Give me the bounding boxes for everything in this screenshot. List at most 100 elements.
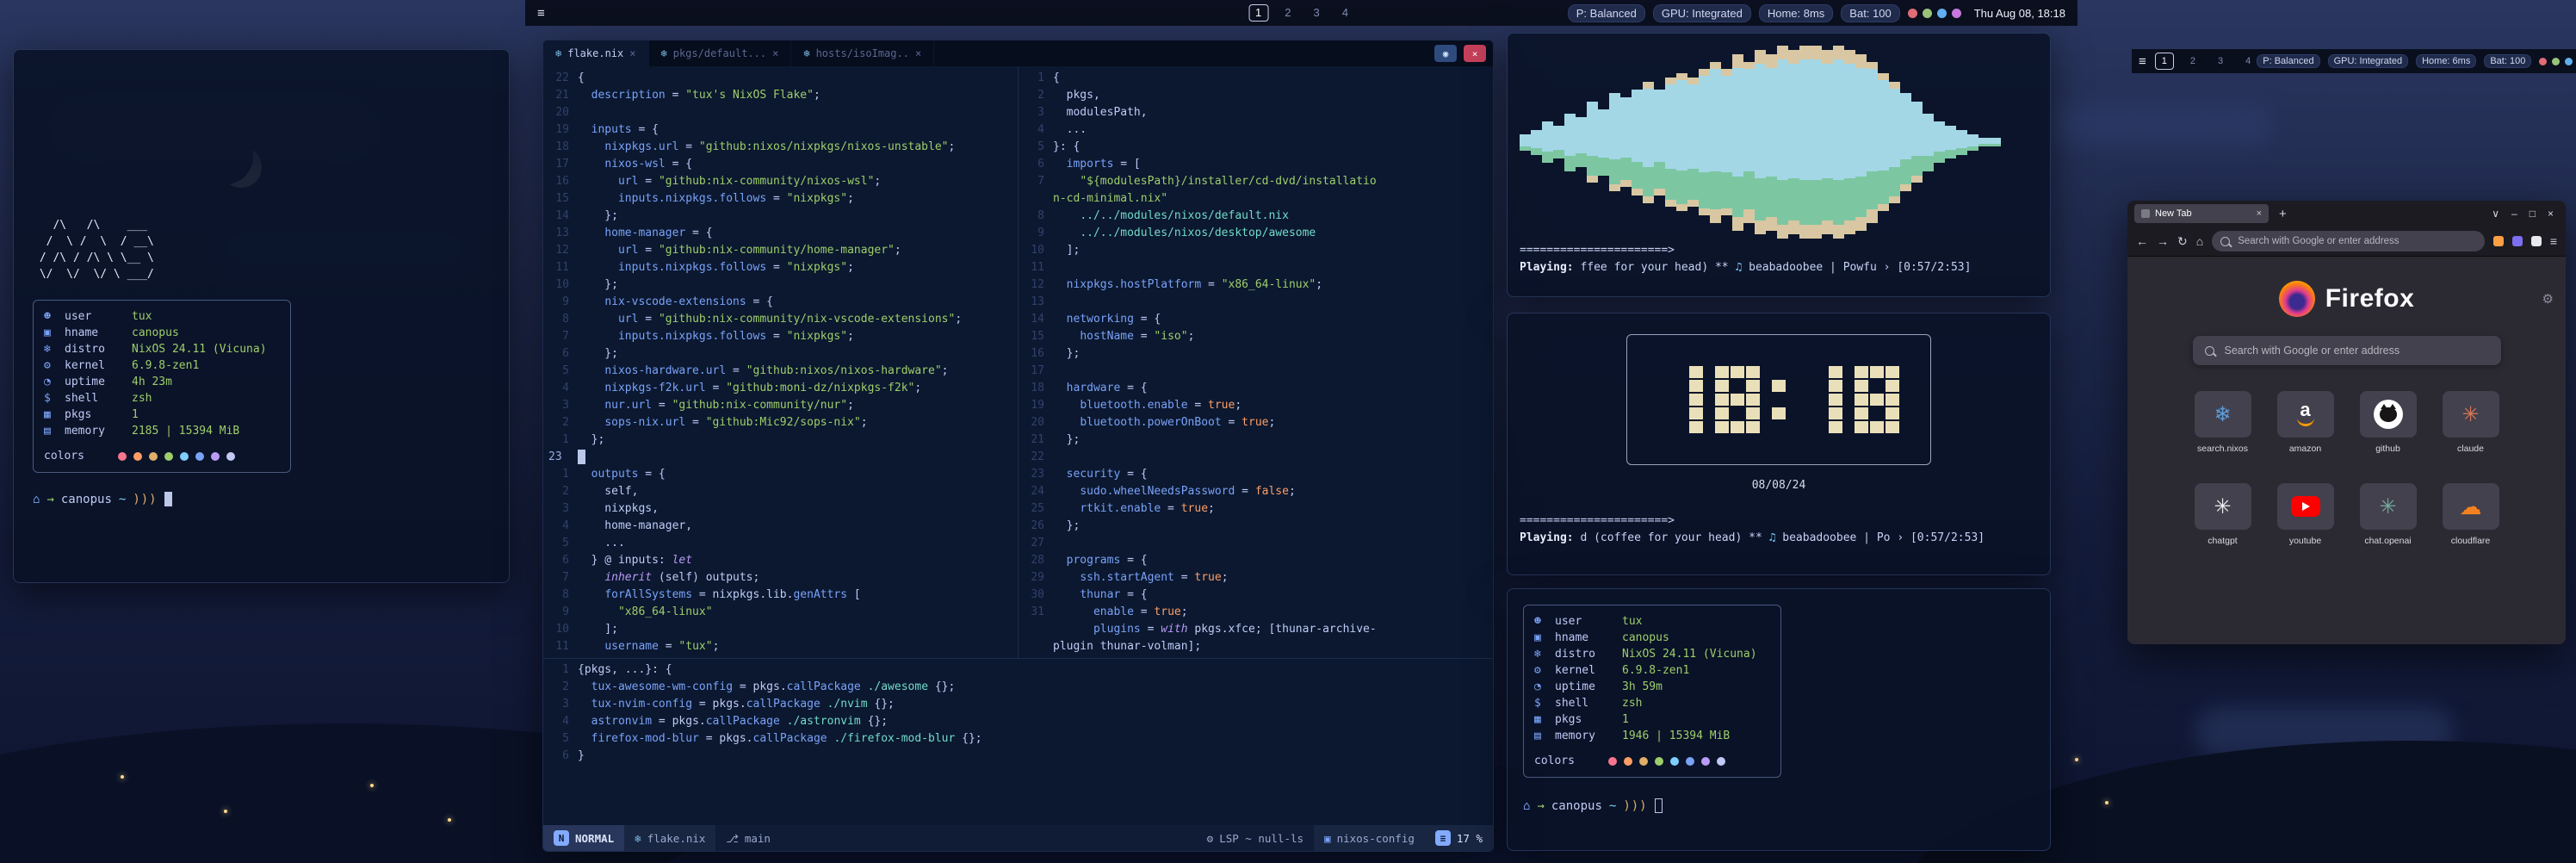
song-title: ffee for your head) ** [1574, 261, 1736, 274]
workspace-tag-3[interactable]: 3 [1308, 5, 1326, 21]
code-text: enable = true; [1053, 604, 1188, 621]
claude-icon: ✳ [2461, 402, 2479, 427]
shortcut-tile-youtube[interactable]: youtube [2273, 483, 2338, 546]
fetch-label: hname [65, 325, 132, 341]
workspace-tag-2[interactable]: 2 [2184, 53, 2201, 69]
editor-pane-flake-nix[interactable]: 22{21 description = "tux's NixOS Flake";… [543, 66, 1018, 658]
personalize-gear-icon[interactable]: ⚙ [2542, 291, 2554, 307]
terminal-fastfetch-left[interactable]: /\ /\ ___ / \ / \ / __\ / /\ / /\ \ \__ … [13, 49, 510, 583]
tray-icon[interactable] [2552, 58, 2560, 65]
preview-toggle-button[interactable]: ◉ [1434, 45, 1457, 62]
editor-tab-flake-nix[interactable]: ❄flake.nix× [543, 40, 649, 66]
code-line: 11 username = "tux"; [543, 638, 1018, 655]
line-number: 16 [1019, 345, 1053, 363]
editor-pane-iso-image[interactable]: 1{2 pkgs,3 modulesPath,4 ...5}: {6 impor… [1018, 66, 1492, 658]
editor-tab-hosts-isoimag-[interactable]: ❄hosts/isoImag..× [791, 40, 934, 66]
extension-icon[interactable] [2512, 236, 2523, 246]
viz-bar [1799, 46, 1811, 239]
code-line: 9 "x86_64-linux" [543, 604, 1018, 621]
editor-pane-pkgs-default[interactable]: 1{pkgs, ...}: {2 tux-awesome-wm-config =… [543, 659, 1493, 825]
editor-tabs: ❄flake.nix×❄pkgs/default...×❄hosts/isoIm… [543, 40, 934, 66]
minimize-button[interactable]: – [2511, 208, 2517, 220]
code-text: home-manager = { [578, 225, 713, 242]
tray-icon[interactable] [1937, 9, 1947, 18]
tile-label: chat.openai [2364, 536, 2411, 546]
extension-icon[interactable] [2531, 236, 2542, 246]
code-text: url = "github:nix-community/home-manager… [578, 242, 901, 259]
url-input[interactable] [2236, 235, 2476, 247]
shell-prompt[interactable]: ⌂→canopus~))) [33, 492, 490, 506]
workspace-tag-2[interactable]: 2 [1279, 5, 1297, 21]
memory-icon: ▤ [1534, 728, 1555, 744]
tab-close-icon[interactable]: × [915, 47, 921, 59]
newtab-search-bar[interactable] [2193, 336, 2501, 365]
shortcut-tile-amazon[interactable]: aamazon [2273, 391, 2338, 454]
folder-icon: ▣ [1324, 832, 1331, 845]
youtube-icon [2291, 496, 2320, 517]
shortcut-tile-cloudflare[interactable]: ☁cloudflare [2438, 483, 2504, 546]
code-line: 31 enable = true; [1019, 604, 1492, 621]
code-text: plugins = with pkgs.xfce; [thunar-archiv… [1053, 621, 1377, 638]
shortcut-tile-claude[interactable]: ✳claude [2438, 391, 2504, 454]
window-close-button[interactable]: × [1464, 45, 1486, 62]
forward-icon[interactable]: → [2157, 234, 2169, 248]
workspace-tag-1[interactable]: 1 [2155, 53, 2174, 70]
tray-icon[interactable] [1908, 9, 1917, 18]
workspace-tag-4[interactable]: 4 [2239, 53, 2257, 69]
tab-close-icon[interactable]: × [2257, 208, 2262, 219]
launcher-menu-icon[interactable]: ≡ [2139, 54, 2146, 69]
tray-icon[interactable] [2565, 58, 2573, 65]
code-text: }; [1053, 345, 1080, 363]
shortcut-tile-github[interactable]: github [2356, 391, 2421, 454]
tray-icon[interactable] [1952, 9, 1961, 18]
back-icon[interactable]: ← [2136, 234, 2148, 248]
firefox-window[interactable]: New Tab × + ∨ – □ × ← → ↻ ⌂ ≡ [2127, 201, 2566, 644]
line-number: 31 [1019, 604, 1053, 621]
menu-icon[interactable]: ≡ [2550, 234, 2557, 248]
new-tab-button[interactable]: + [2276, 207, 2290, 221]
tray-icon[interactable] [1923, 9, 1932, 18]
host-icon: ▣ [44, 325, 65, 341]
code-text: url = "github:nix-community/nixos-wsl"; [578, 173, 881, 190]
shortcut-tile-search-nixos[interactable]: ❄search.nixos [2190, 391, 2256, 454]
code-line: 1{pkgs, ...}: { [543, 661, 1493, 679]
workspace-tag-4[interactable]: 4 [1336, 5, 1354, 21]
scroll-position: ≡ 17 % [1425, 825, 1493, 851]
code-text: nixpkgs.url = "github:nixos/nixpkgs/nixo… [578, 139, 955, 156]
code-text: ../../modules/nixos/desktop/awesome [1053, 225, 1316, 242]
terminal-clock[interactable]: 08/08/24 ======================> Playing… [1507, 313, 2051, 575]
cloudflare-icon: ☁ [2460, 494, 2482, 520]
maximize-button[interactable]: □ [2530, 208, 2536, 220]
line-number: 1 [543, 466, 578, 483]
tab-close-icon[interactable]: × [629, 47, 635, 59]
terminal-fastfetch-right[interactable]: ☻usertux▣hnamecanopus❄distroNixOS 24.11 … [1507, 588, 2051, 851]
shell-prompt[interactable]: ⌂→canopus~))) [1523, 798, 2034, 813]
browser-tab-new-tab[interactable]: New Tab × [2134, 204, 2269, 223]
neovim-window[interactable]: ❄flake.nix×❄pkgs/default...×❄hosts/isoIm… [542, 40, 1494, 852]
tray-icon[interactable] [2539, 58, 2547, 65]
memory-icon: ▤ [44, 423, 65, 439]
url-bar[interactable] [2212, 231, 2485, 251]
tab-close-icon[interactable]: × [772, 47, 778, 59]
viz-bar [1542, 121, 1553, 163]
shortcut-tile-chat-openai[interactable]: ✳chat.openai [2356, 483, 2421, 546]
editor-tab-pkgs-default-[interactable]: ❄pkgs/default...× [649, 40, 792, 66]
newtab-search-input[interactable] [2223, 344, 2489, 357]
code-text: home-manager, [578, 518, 692, 535]
code-line: 10 ]; [543, 621, 1018, 638]
launcher-menu-icon[interactable]: ≡ [537, 6, 545, 21]
code-line: 23 [543, 449, 1018, 466]
workspace-tag-3[interactable]: 3 [2212, 53, 2229, 69]
close-button[interactable]: × [2548, 208, 2554, 220]
extension-icon[interactable] [2493, 236, 2504, 246]
reload-icon[interactable]: ↻ [2177, 234, 2188, 249]
shortcut-tile-chatgpt[interactable]: ✳chatgpt [2190, 483, 2256, 546]
code-text: rtkit.enable = true; [1053, 500, 1215, 518]
list-tabs-icon[interactable]: ∨ [2492, 208, 2499, 220]
line-number: 6 [1019, 156, 1053, 173]
home-icon[interactable]: ⌂ [2196, 234, 2203, 248]
clock-digit [1715, 366, 1760, 433]
code-text: sops-nix.url = "github:Mic92/sops-nix"; [578, 414, 868, 432]
terminal-visualizer[interactable]: ======================> Playing: ffee fo… [1507, 33, 2051, 297]
workspace-tag-1[interactable]: 1 [1248, 4, 1268, 22]
